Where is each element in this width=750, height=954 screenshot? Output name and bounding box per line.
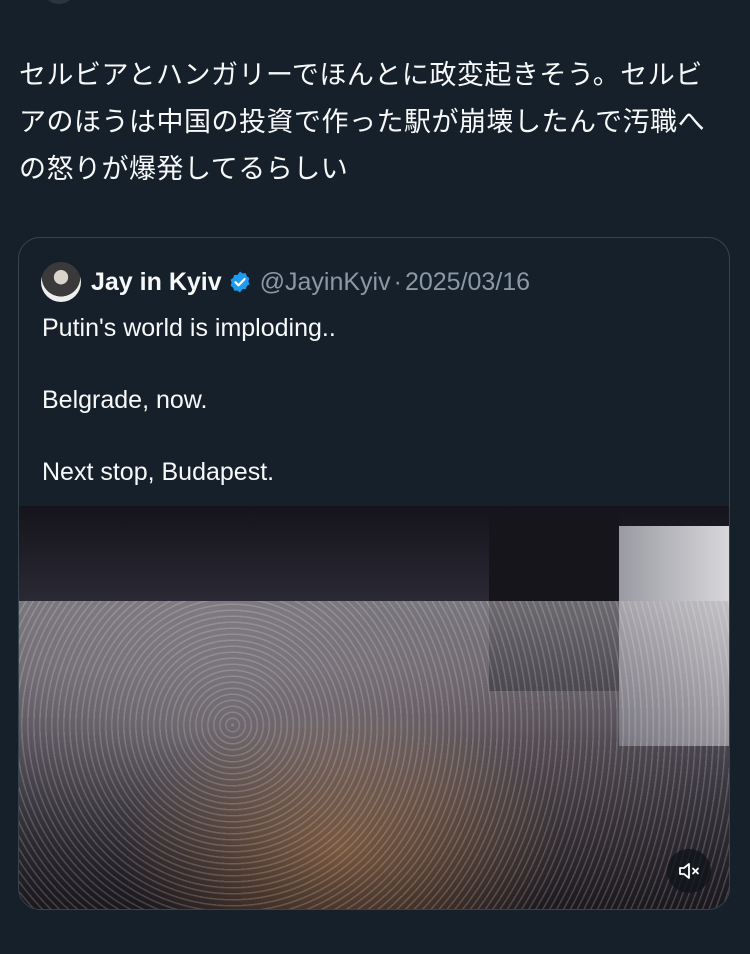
quoted-tweet-text: Putin's world is imploding.. Belgrade, n… [42, 310, 702, 526]
speaker-muted-icon [679, 863, 699, 879]
quoted-text-line: Putin's world is imploding.. [42, 314, 336, 342]
quoted-tweet-card[interactable]: Jay in Kyiv @JayinKyiv · 2025/03/16 Puti… [18, 237, 730, 910]
quoted-author-handle[interactable]: @JayinKyiv [260, 268, 391, 297]
tweet-text: セルビアとハンガリーでほんとに政変起きそう。セルビアのほうは中国の投資で作った駅… [19, 60, 706, 185]
quoted-author-avatar[interactable] [41, 262, 81, 302]
verified-badge-icon [230, 271, 250, 293]
quoted-tweet-date[interactable]: 2025/03/16 [405, 268, 530, 297]
mute-button[interactable] [667, 849, 711, 893]
video-frame-crowd [19, 601, 729, 909]
author-avatar[interactable] [44, 0, 74, 4]
separator-dot: · [393, 267, 402, 296]
quoted-text-line: Belgrade, now. [42, 386, 208, 414]
tweet-detail: セルビアとハンガリーでほんとに政変起きそう。セルビアのほうは中国の投資で作った駅… [0, 0, 750, 954]
video-player[interactable] [19, 506, 729, 909]
quoted-tweet-header: Jay in Kyiv @JayinKyiv · 2025/03/16 [41, 262, 530, 302]
quoted-author-name[interactable]: Jay in Kyiv [91, 268, 222, 297]
quoted-text-line: Next stop, Budapest. [42, 458, 275, 486]
